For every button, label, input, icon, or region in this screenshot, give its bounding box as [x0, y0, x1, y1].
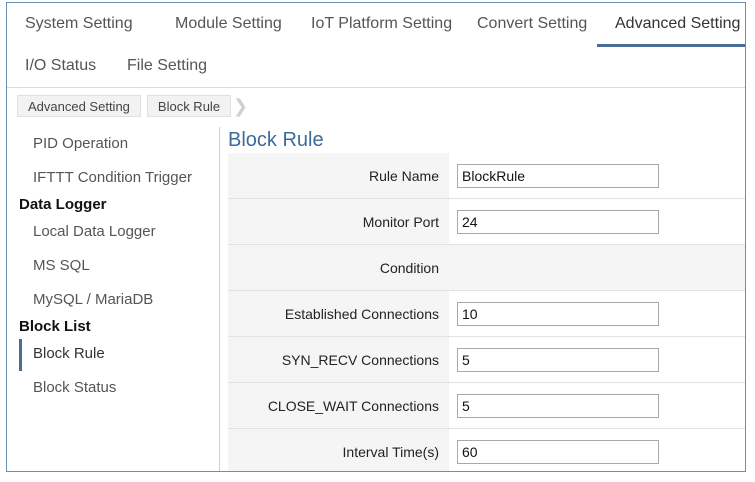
rule-name-label: Rule Name: [228, 153, 449, 198]
tab-advanced-setting[interactable]: Advanced Setting: [597, 3, 745, 47]
sidebar-item-ifttt-condition-trigger[interactable]: IFTTT Condition Trigger: [7, 161, 219, 195]
sidebar-item-block-status[interactable]: Block Status: [7, 371, 219, 405]
nav-divider: [7, 87, 745, 88]
interval-time-input[interactable]: [457, 439, 659, 464]
sidebar-item-ms-sql[interactable]: MS SQL: [7, 249, 219, 283]
tab-file-setting[interactable]: File Setting: [109, 45, 229, 87]
top-nav-row-1: System Setting Module Setting IoT Platfo…: [7, 3, 745, 47]
form-row-established-connections: Established Connections: [228, 291, 745, 337]
syn-recv-connections-label: SYN_RECV Connections: [228, 337, 449, 382]
form-row-condition: Condition: [228, 245, 745, 291]
rule-name-input[interactable]: [457, 163, 659, 188]
monitor-port-label: Monitor Port: [228, 199, 449, 244]
sidebar: PID Operation IFTTT Condition Trigger Da…: [7, 127, 219, 405]
form-row-syn-recv-connections: SYN_RECV Connections: [228, 337, 745, 383]
chevron-right-icon: ❯: [233, 96, 249, 116]
form-row-rule-name: Rule Name: [228, 153, 745, 199]
close-wait-connections-label: CLOSE_WAIT Connections: [228, 383, 449, 428]
form-row-close-wait-connections: CLOSE_WAIT Connections: [228, 383, 745, 429]
form-row-interval-time: Interval Time(s): [228, 429, 745, 471]
tab-iot-platform-setting[interactable]: IoT Platform Setting: [293, 3, 459, 45]
sidebar-divider: [219, 127, 220, 471]
monitor-port-input[interactable]: [457, 209, 659, 234]
block-rule-form: Rule Name Monitor Port Condition Establi…: [228, 153, 745, 471]
interval-time-label: Interval Time(s): [228, 429, 449, 471]
top-nav-row-2: I/O Status File Setting: [7, 45, 229, 87]
form-row-monitor-port: Monitor Port: [228, 199, 745, 245]
sidebar-item-mysql-mariadb[interactable]: MySQL / MariaDB: [7, 283, 219, 317]
condition-label: Condition: [228, 245, 449, 290]
close-wait-connections-input[interactable]: [457, 393, 659, 418]
established-connections-label: Established Connections: [228, 291, 449, 336]
sidebar-group-data-logger: Data Logger: [19, 196, 107, 213]
app-frame: System Setting Module Setting IoT Platfo…: [6, 2, 746, 472]
breadcrumb: Advanced Setting Block Rule ❯: [17, 95, 250, 117]
sidebar-item-pid-operation[interactable]: PID Operation: [7, 127, 219, 161]
sidebar-item-local-data-logger[interactable]: Local Data Logger: [7, 215, 219, 249]
tab-io-status[interactable]: I/O Status: [7, 45, 109, 87]
condition-value-cell: [449, 245, 745, 290]
sidebar-group-block-list: Block List: [19, 318, 91, 335]
tab-convert-setting[interactable]: Convert Setting: [459, 3, 597, 45]
page-title: Block Rule: [228, 129, 324, 151]
tab-system-setting[interactable]: System Setting: [7, 3, 157, 45]
breadcrumb-block-rule[interactable]: Block Rule: [146, 95, 232, 117]
tab-module-setting[interactable]: Module Setting: [157, 3, 293, 45]
established-connections-input[interactable]: [457, 301, 659, 326]
syn-recv-connections-input[interactable]: [457, 347, 659, 372]
breadcrumb-advanced-setting[interactable]: Advanced Setting: [17, 95, 141, 117]
sidebar-item-block-rule[interactable]: Block Rule: [7, 337, 219, 371]
